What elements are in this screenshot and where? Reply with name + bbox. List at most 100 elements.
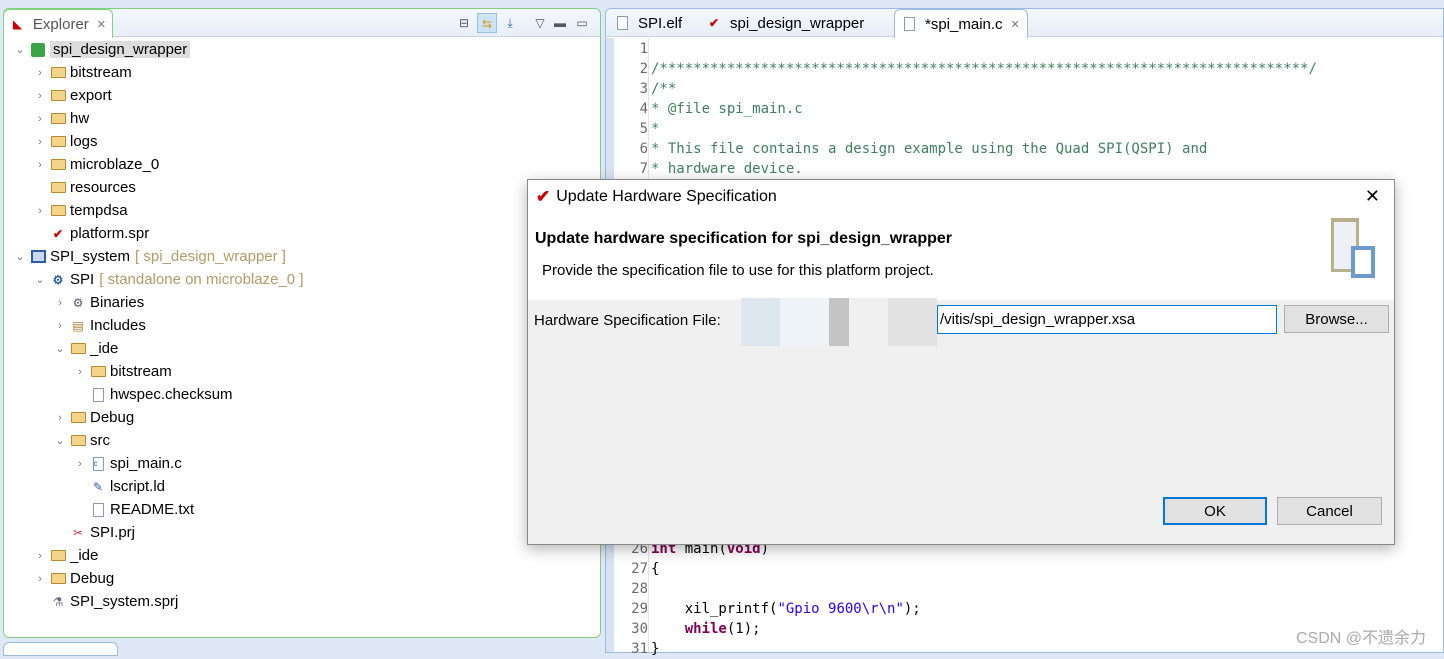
code-line[interactable]: xil_printf("Gpio 9600\r\n"); [651,599,921,619]
application-icon: ⚙ [52,272,64,287]
tree-item[interactable]: ✔ platform.spr [30,222,149,245]
tree-item[interactable]: › _ide [30,544,98,567]
chevron-down-icon[interactable]: ⌄ [10,250,30,263]
tree-item-label: spi_main.c [110,455,182,472]
line-number: 31 [631,641,648,657]
code-line[interactable]: { [651,559,659,579]
tree-item[interactable]: README.txt [70,498,194,521]
redacted-path [741,298,937,346]
tree-item[interactable]: ⌄ SPI_system[ spi_design_wrapper ] [10,245,286,268]
chevron-right-icon[interactable]: › [50,320,70,332]
code-line[interactable]: /** [651,79,676,99]
tree-item[interactable]: ✎ lscript.ld [70,475,165,498]
tab-label: spi_design_wrapper [730,14,865,32]
line-number: 7 [639,161,648,177]
line-number: 1 [639,41,648,57]
tab-spi-design-wrapper[interactable]: ✔ spi_design_wrapper [700,9,870,37]
tree-item[interactable]: › bitstream [30,61,132,84]
tree-item-annotation: [ standalone on microblaze_0 ] [99,271,304,288]
ok-button[interactable]: OK [1163,497,1267,525]
explorer-icon: ◣ [12,17,23,31]
chevron-right-icon[interactable]: › [30,67,50,79]
explorer-tabbar: ◣ Explorer ✕ ⊟ ⇆ ⤓ ▽ ▬ ▭ [3,9,600,38]
chevron-right-icon[interactable]: › [30,573,50,585]
code-line[interactable]: while(1); [651,619,761,639]
code-line[interactable]: * @file spi_main.c [651,99,803,119]
code-line[interactable]: * [651,119,659,139]
code-line[interactable]: } [651,639,659,659]
system-project-icon [30,249,46,265]
maximize-icon[interactable]: ▭ [572,13,592,33]
tree-item-label: src [90,432,110,449]
tree-item[interactable]: ⌄ src [50,429,110,452]
chevron-down-icon[interactable]: ⌄ [30,273,50,286]
chevron-right-icon[interactable]: › [30,205,50,217]
tree-item[interactable]: › ⚙ Binaries [50,291,144,314]
folder-icon [50,203,66,219]
chevron-right-icon[interactable]: › [30,113,50,125]
tree-item[interactable]: ⌄ ⚙ SPI[ standalone on microblaze_0 ] [30,268,303,291]
tree-item[interactable]: › bitstream [70,360,172,383]
link-editor-icon[interactable]: ⇆ [477,13,497,33]
browse-button[interactable]: Browse... [1284,305,1389,333]
line-number: 28 [631,581,648,597]
chevron-right-icon[interactable]: › [30,550,50,562]
chevron-right-icon[interactable]: › [70,458,90,470]
chevron-down-icon[interactable]: ⌄ [50,434,70,447]
chevron-right-icon[interactable]: › [30,136,50,148]
close-icon[interactable]: ✕ [97,18,106,31]
folder-icon [50,88,66,104]
update-hardware-dialog: ✔ Update Hardware Specification ✕ Update… [527,179,1395,545]
code-token: /***************************************… [651,61,1317,77]
tree-item[interactable]: ⚗ SPI_system.sprj [30,590,179,613]
chevron-right-icon[interactable]: › [30,90,50,102]
view-menu-icon[interactable]: ▽ [530,13,550,33]
line-number: 29 [631,601,648,617]
tree-item[interactable]: ⌄ spi_design_wrapper [10,38,191,61]
code-line[interactable]: * hardware device. [651,159,803,179]
tree-item[interactable]: › Debug [30,567,114,590]
dialog-heading: Update hardware specification for spi_de… [535,230,952,247]
tree-item[interactable]: › export [30,84,112,107]
tree-item[interactable]: › logs [30,130,97,153]
platform-icon [30,42,46,58]
close-dialog-icon[interactable]: ✕ [1365,186,1380,207]
tree-item[interactable]: › microblaze_0 [30,153,159,176]
tab-spi-main-c[interactable]: *spi_main.c ✕ [894,9,1028,38]
tree-item[interactable]: › c spi_main.c [70,452,182,475]
import-icon[interactable]: ⤓ [500,13,520,33]
tree-item[interactable]: resources [30,176,136,199]
tree-item[interactable]: › Debug [50,406,134,429]
tree-item-label: SPI_system [50,248,131,265]
chevron-down-icon[interactable]: ⌄ [10,43,30,56]
chevron-right-icon[interactable]: › [70,366,90,378]
tree-item[interactable]: hwspec.checksum [70,383,233,406]
tree-item[interactable]: ✂ SPI.prj [50,521,135,544]
tab-spi-elf[interactable]: SPI.elf [608,9,688,37]
tree-item[interactable]: › tempdsa [30,199,127,222]
tree-item[interactable]: ⌄ _ide [50,337,118,360]
cancel-button[interactable]: Cancel [1277,497,1382,525]
code-token: /** [651,81,677,97]
collapse-all-icon[interactable]: ⊟ [454,13,474,33]
field-label: Hardware Specification File: [534,312,721,329]
hardware-spec-file-input[interactable]: /vitis/spi_design_wrapper.xsa [937,305,1277,334]
code-line[interactable]: /***************************************… [651,59,1317,79]
dialog-header: ✔ Update Hardware Specification ✕ Update… [528,180,1394,300]
code-line[interactable]: * This file contains a design example us… [651,139,1207,159]
tree-item[interactable]: › hw [30,107,89,130]
minimize-icon[interactable]: ▬ [550,13,570,33]
close-icon[interactable]: ✕ [1011,18,1020,31]
chevron-right-icon[interactable]: › [30,159,50,171]
tab-explorer[interactable]: ◣ Explorer ✕ [3,9,113,38]
tree-item-label: platform.spr [70,225,150,242]
text-file-icon [90,502,106,518]
bottom-panel-tab[interactable] [3,642,118,656]
line-number: 27 [631,561,648,577]
chevron-down-icon[interactable]: ⌄ [50,342,70,355]
tree-item-label: bitstream [110,363,172,380]
chevron-right-icon[interactable]: › [50,297,70,309]
tree-item[interactable]: › ▤ Includes [50,314,146,337]
chevron-right-icon[interactable]: › [50,412,70,424]
